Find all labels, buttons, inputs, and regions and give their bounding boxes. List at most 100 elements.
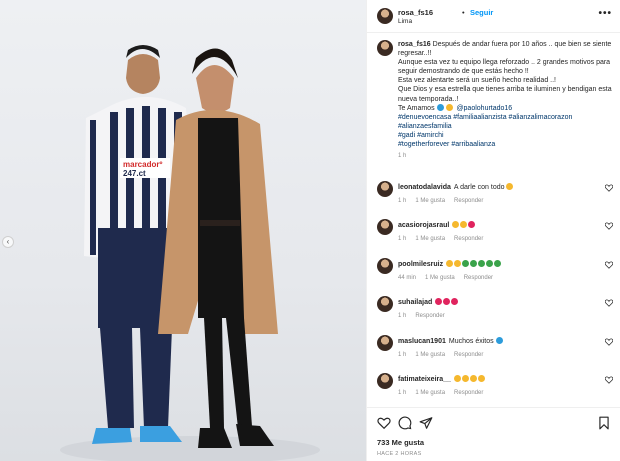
- red-heart-icon: [435, 298, 443, 305]
- commenter-username[interactable]: acasiorojasraul: [398, 222, 449, 229]
- smiling-hearts-icon: [453, 375, 461, 382]
- comment-item: leonatodalavida A darle con todo 1 h 1 Me …: [377, 181, 613, 211]
- comment-text: Muchos éxitos: [448, 338, 494, 345]
- reply-button[interactable]: Responder: [454, 236, 483, 242]
- caption-line-2: Aunque esta vez tu equipo llega reforzad…: [398, 59, 611, 76]
- commenter-username[interactable]: leonatodalavida: [398, 184, 451, 191]
- caption-line-5: Te Amamos: [398, 104, 435, 112]
- comment-likes[interactable]: 1 Me gusta: [415, 198, 445, 204]
- more-options-icon[interactable]: •••: [598, 8, 612, 19]
- commenter-username[interactable]: fatimateixeira__: [398, 376, 451, 383]
- comment-text: A darle con todo: [453, 184, 505, 191]
- comment-item: acasiorojasraul 1 h 1 Me gusta Responder: [377, 219, 613, 249]
- save-bookmark-icon[interactable]: [597, 416, 611, 430]
- author-username[interactable]: rosa_fs16: [398, 8, 433, 17]
- four-leaf-clover-icon: [478, 260, 486, 267]
- four-leaf-clover-icon: [494, 260, 502, 267]
- four-leaf-clover-icon: [486, 260, 494, 267]
- post-photo[interactable]: marcadorº 247.ct AndinaGas ‹: [0, 0, 366, 461]
- follow-button[interactable]: Seguir: [470, 8, 493, 17]
- raising-hands-icon: [446, 260, 454, 267]
- smiling-hearts-icon: [461, 375, 469, 382]
- comment-age: 1 h: [398, 236, 407, 242]
- post-timestamp: HACE 2 HORAS: [377, 451, 422, 457]
- likes-count[interactable]: 733 Me gusta: [377, 438, 424, 447]
- like-comment-icon[interactable]: [605, 261, 613, 269]
- caption-mention[interactable]: @paolohurtado16: [456, 105, 512, 112]
- comment-item: maslucan1901 Muchos éxitos 1 h 1 Me gusta R…: [377, 335, 613, 365]
- reply-button[interactable]: Responder: [454, 198, 483, 204]
- like-comment-icon[interactable]: [605, 338, 613, 346]
- hashtag[interactable]: #denuevoencasa: [398, 114, 451, 121]
- comment-bubble-icon[interactable]: [398, 416, 412, 430]
- comment-age: 1 h: [398, 352, 407, 358]
- author-avatar[interactable]: [377, 8, 393, 24]
- like-comment-icon[interactable]: [605, 222, 613, 230]
- hashtag[interactable]: #arribaalianza: [451, 141, 495, 148]
- red-heart-icon: [451, 298, 459, 305]
- flexed-biceps-icon: [506, 183, 514, 190]
- commenter-avatar[interactable]: [377, 181, 393, 197]
- prev-photo-button[interactable]: ‹: [2, 236, 14, 248]
- like-comment-icon[interactable]: [605, 376, 613, 384]
- comment-age: 1 h: [398, 390, 407, 396]
- commenter-username[interactable]: maslucan1901: [398, 338, 446, 345]
- like-heart-icon[interactable]: [377, 416, 391, 430]
- commenter-avatar[interactable]: [377, 219, 393, 235]
- reply-button[interactable]: Responder: [464, 275, 493, 281]
- commenter-avatar[interactable]: [377, 335, 393, 351]
- hashtag[interactable]: #familiaalianzista: [453, 114, 506, 121]
- flexed-biceps-icon: [460, 221, 468, 228]
- four-leaf-clover-icon: [470, 260, 478, 267]
- reply-button[interactable]: Responder: [454, 390, 483, 396]
- post-caption: rosa_fs16 Después de andar fuera por 10 …: [377, 40, 613, 159]
- caption-age: 1 h: [398, 153, 407, 160]
- blue-heart-icon: [495, 337, 503, 344]
- red-heart-icon: [468, 221, 476, 228]
- caption-username[interactable]: rosa_fs16: [398, 41, 431, 48]
- post-photo-image: marcadorº 247.ct AndinaGas: [60, 45, 320, 461]
- comment-likes[interactable]: 1 Me gusta: [425, 275, 455, 281]
- share-paper-plane-icon[interactable]: [419, 416, 433, 430]
- caption-avatar[interactable]: [377, 40, 393, 56]
- comment-item: suhailajad 1 h Responder: [377, 296, 613, 326]
- family-icon: [446, 103, 454, 111]
- smiling-hearts-icon: [469, 375, 477, 382]
- hashtag[interactable]: #gadi: [398, 132, 415, 139]
- hashtag[interactable]: #alianzalimacorazon: [509, 114, 573, 121]
- comment-likes[interactable]: 1 Me gusta: [415, 236, 445, 242]
- caption-line-4: Que Dios y esa estrella que tienes arrib…: [398, 86, 612, 103]
- commenter-avatar[interactable]: [377, 296, 393, 312]
- hashtag[interactable]: #amirchi: [417, 132, 443, 139]
- commenter-username[interactable]: poolmilesruiz: [398, 261, 443, 268]
- post-actions: 733 Me gusta HACE 2 HORAS: [367, 407, 620, 461]
- like-comment-icon[interactable]: [605, 184, 613, 192]
- smiling-hearts-icon: [477, 375, 485, 382]
- commenter-avatar[interactable]: [377, 373, 393, 389]
- blue-heart-icon: [436, 103, 444, 111]
- header-separator: •: [462, 8, 465, 17]
- commenter-avatar[interactable]: [377, 258, 393, 274]
- comment-age: 1 h: [398, 198, 407, 204]
- comment-age: 1 h: [398, 313, 407, 319]
- praying-hands-icon: [452, 221, 460, 228]
- comment-likes[interactable]: 1 Me gusta: [415, 390, 445, 396]
- red-heart-icon: [443, 298, 451, 305]
- caption-line-3: Esta vez alentarte será un sueño hecho r…: [398, 77, 556, 85]
- post-header: rosa_fs16 • Seguir Lima •••: [367, 0, 620, 33]
- reply-button[interactable]: Responder: [454, 352, 483, 358]
- like-comment-icon[interactable]: [605, 299, 613, 307]
- post-panel: rosa_fs16 • Seguir Lima ••• rosa_fs16 De…: [366, 0, 620, 461]
- comment-likes[interactable]: 1 Me gusta: [415, 352, 445, 358]
- hashtag[interactable]: #togetherforever: [398, 141, 449, 148]
- jersey-sponsor-line1: marcadorº: [123, 160, 162, 169]
- four-leaf-clover-icon: [462, 260, 470, 267]
- raising-hands-icon: [454, 260, 462, 267]
- post-location[interactable]: Lima: [398, 18, 412, 25]
- jersey-sponsor-line2: 247.ct: [123, 169, 146, 178]
- commenter-username[interactable]: suhailajad: [398, 299, 432, 306]
- caption-text: rosa_fs16 Después de andar fuera por 10 …: [398, 40, 613, 149]
- hashtag[interactable]: #alianzaesfamilia: [398, 123, 452, 130]
- reply-button[interactable]: Responder: [415, 313, 444, 319]
- comment-item: poolmilesruiz 44 min 1 Me gusta Responder: [377, 258, 613, 288]
